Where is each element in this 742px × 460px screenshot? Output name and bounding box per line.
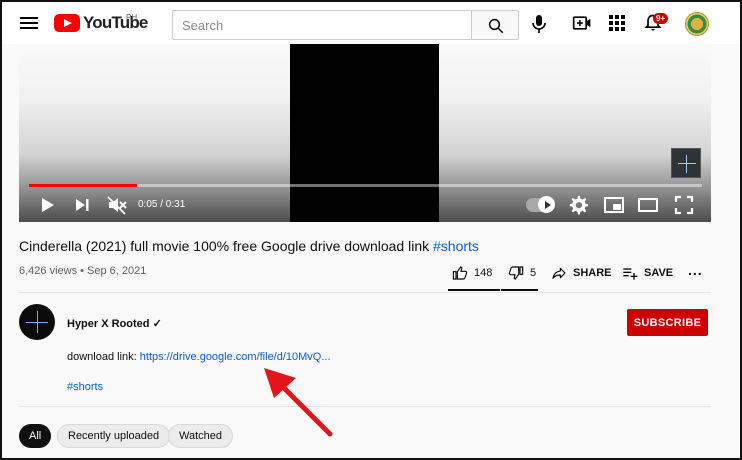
like-button[interactable]: 148 <box>452 265 492 281</box>
create-video-icon[interactable] <box>572 13 594 35</box>
divider <box>19 406 711 407</box>
more-actions-button[interactable]: ... <box>688 262 703 278</box>
video-title: Cinderella (2021) full movie 100% free G… <box>19 238 479 254</box>
channel-watermark[interactable] <box>671 148 701 178</box>
search-icon <box>488 18 504 34</box>
thumbs-up-icon <box>452 266 468 280</box>
chip-recently-uploaded[interactable]: Recently uploaded <box>57 424 171 448</box>
apps-grid-icon[interactable] <box>608 14 630 36</box>
youtube-play-icon <box>54 14 80 32</box>
mute-button[interactable] <box>106 194 128 216</box>
channel-avatar[interactable] <box>19 304 55 340</box>
settings-button[interactable] <box>567 194 589 216</box>
save-label: SAVE <box>644 267 674 279</box>
progress-bar-fill <box>29 184 137 187</box>
description-prefix: download link: <box>67 351 137 363</box>
share-label: SHARE <box>573 267 612 279</box>
volume-muted-icon <box>107 196 127 215</box>
play-icon <box>42 198 54 212</box>
divider <box>19 292 711 293</box>
autoplay-toggle[interactable] <box>526 196 555 213</box>
logo-text: YouTube <box>83 13 148 32</box>
video-frame <box>290 44 439 222</box>
play-button[interactable] <box>36 194 58 216</box>
description-hashtag-link[interactable]: #shorts <box>67 381 103 393</box>
hamburger-menu-icon[interactable] <box>20 14 38 32</box>
masthead: YouTube PH 9+ <box>2 2 740 44</box>
video-meta: 6,426 views • Sep 6, 2021 <box>19 265 147 277</box>
next-video-button[interactable] <box>71 194 93 216</box>
skip-next-icon <box>76 199 89 211</box>
thumbs-down-icon <box>508 266 524 280</box>
playlist-add-icon <box>623 268 638 280</box>
chip-watched[interactable]: Watched <box>168 424 234 448</box>
like-count: 148 <box>474 267 493 279</box>
region-code: PH <box>126 13 138 22</box>
share-arrow-icon <box>552 267 566 279</box>
fullscreen-button[interactable] <box>673 194 695 216</box>
fullscreen-icon <box>674 195 694 215</box>
search-input[interactable] <box>172 10 472 40</box>
chip-all[interactable]: All <box>19 424 52 448</box>
microphone-icon <box>532 15 546 33</box>
subscribe-button[interactable]: SUBSCRIBE <box>627 309 708 336</box>
voice-search-button[interactable] <box>525 10 553 38</box>
save-button[interactable]: SAVE <box>622 265 673 281</box>
red-annotation-arrow-icon <box>264 368 333 437</box>
notification-count-badge: 9+ <box>653 13 669 24</box>
like-dislike-ratio-bar <box>448 289 538 291</box>
account-avatar[interactable] <box>685 12 709 36</box>
video-description: download link: https://drive.google.com/… <box>67 351 331 363</box>
time-readout: 0:05 / 0:31 <box>138 199 186 210</box>
progress-bar[interactable] <box>29 184 702 187</box>
theater-mode-icon <box>638 198 658 212</box>
drive-download-link[interactable]: https://drive.google.com/file/d/10MvQ... <box>140 351 331 363</box>
theater-mode-button[interactable] <box>637 194 659 216</box>
gear-icon <box>569 195 589 215</box>
miniplayer-button[interactable] <box>603 194 625 216</box>
title-hashtag-link[interactable]: #shorts <box>433 238 479 254</box>
dislike-count: 5 <box>530 267 537 279</box>
channel-name[interactable]: Hyper X Rooted ✓ <box>67 317 162 330</box>
miniplayer-icon <box>604 197 624 213</box>
video-title-text: Cinderella (2021) full movie 100% free G… <box>19 238 430 254</box>
dislike-button[interactable]: 5 <box>508 265 536 281</box>
video-player[interactable]: 0:05 / 0:31 <box>19 44 711 222</box>
share-button[interactable]: SHARE <box>551 265 612 281</box>
search-button[interactable] <box>471 10 519 40</box>
